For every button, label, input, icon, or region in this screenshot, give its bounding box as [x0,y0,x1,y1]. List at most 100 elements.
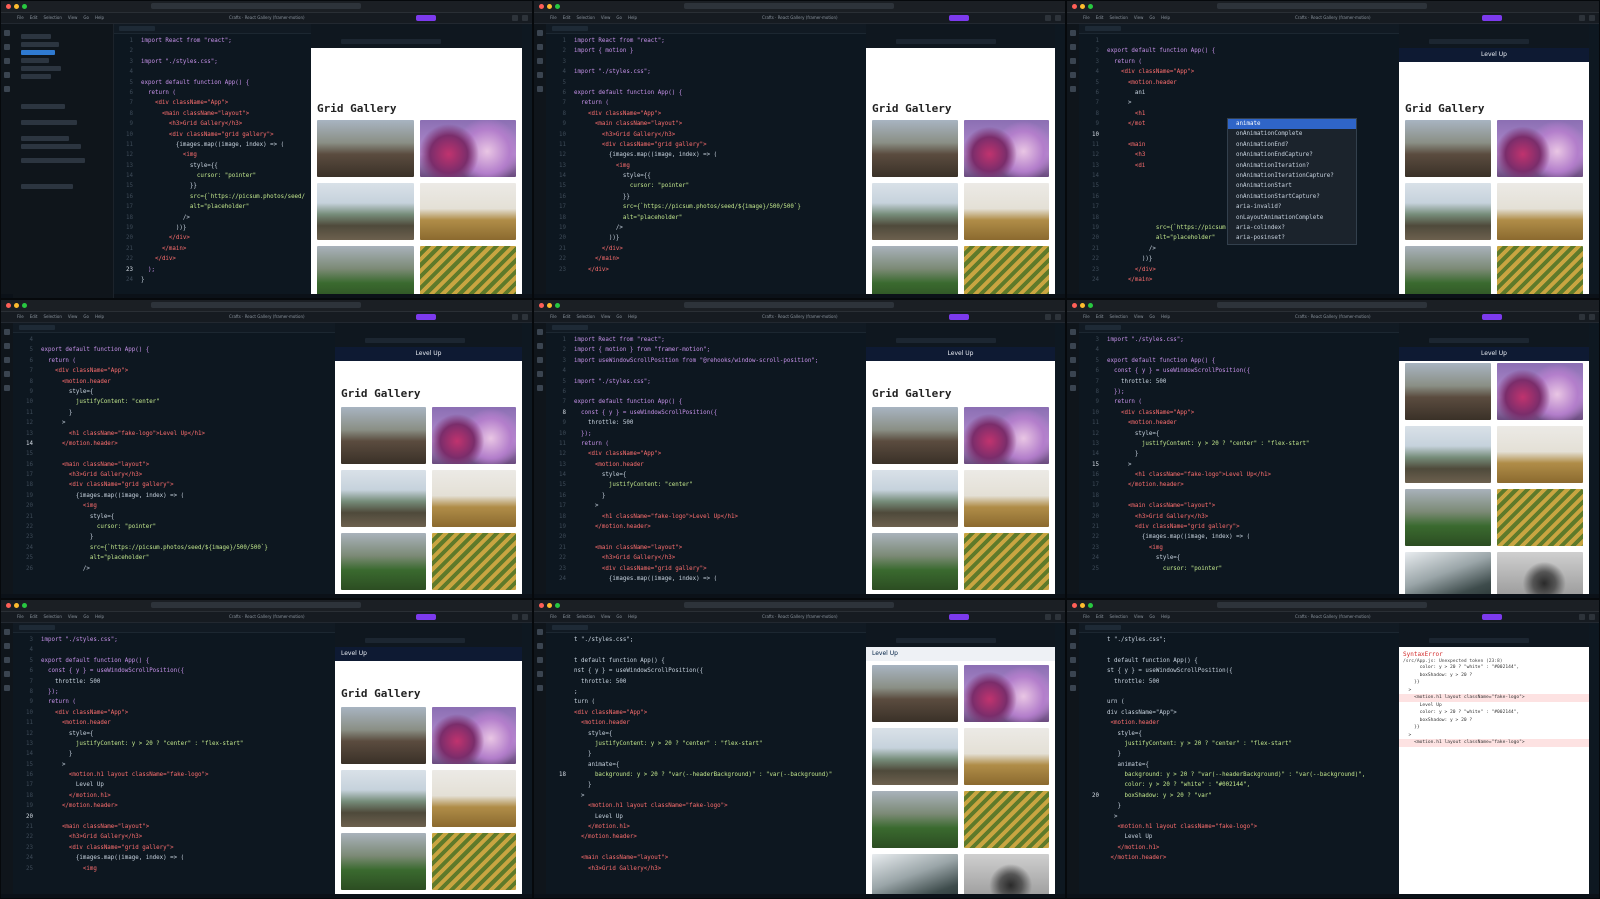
code-line[interactable]: 13 <h1 className="fake-logo">Level Up</h… [13,429,335,439]
menu-item[interactable]: Edit [30,13,38,23]
code-line[interactable]: 9 return ( [13,697,335,707]
code-line[interactable]: 3 import "./styles.css"; [1079,335,1399,345]
code-line[interactable]: 22 <h3>Grid Gallery</h3> [546,553,866,563]
files-icon[interactable] [1070,629,1076,635]
git-icon[interactable] [1070,357,1076,363]
gallery-image[interactable] [419,120,516,177]
menu-item[interactable]: View [1134,612,1144,622]
code-line[interactable]: 14 cursor: "pointer" [113,171,311,181]
menu-item[interactable]: Go [1149,612,1155,622]
preview-url-bar[interactable] [365,638,465,643]
code-line[interactable]: 11 } [13,408,335,418]
share-button[interactable] [1482,614,1502,620]
code-line[interactable]: 24 {images.map((image, index) => ( [13,853,335,863]
menu-item[interactable]: File [17,612,24,622]
code-line[interactable]: 18 </motion.h1> [13,791,335,801]
extensions-icon[interactable] [537,385,543,391]
menu-item[interactable]: Help [628,312,637,322]
menu-item[interactable]: Edit [1096,312,1104,322]
preview-url-bar[interactable] [341,39,441,44]
code-line[interactable]: 9 style={ [13,387,335,397]
close-window-icon[interactable] [6,603,11,608]
code-editor[interactable]: 4 5 export default function App() {6 retur… [13,323,335,598]
layout-icon[interactable] [1579,15,1585,21]
code-line[interactable]: 15 > [1079,460,1399,470]
menu-item[interactable]: File [17,312,24,322]
git-icon[interactable] [4,58,10,64]
code-line[interactable]: 13 justifyContent: y > 20 ? "center" : "… [1079,439,1399,449]
menu-item[interactable]: Go [616,13,622,23]
code-line[interactable]: 3 import "./styles.css"; [13,635,335,645]
fake-logo[interactable]: Level Up [1481,350,1507,357]
code-line[interactable]: 15 > [13,760,335,770]
code-line[interactable]: nst { y } = useWindowScrollPosition({ [546,666,866,676]
share-button[interactable] [1482,15,1502,21]
code-editor[interactable]: 3 import "./styles.css"; 4 5 export default … [13,623,335,898]
code-line[interactable]: <motion.header [1079,718,1399,728]
code-line[interactable]: 12 {images.map((image, index) => ( [546,150,866,160]
minimize-window-icon[interactable] [14,303,19,308]
code-line[interactable]: 19 ))} [113,223,311,233]
code-line[interactable]: 13 style={{ [113,161,311,171]
menu-item[interactable]: Go [83,312,89,322]
preview-url-bar[interactable] [1429,39,1529,44]
menu-item[interactable]: Help [95,612,104,622]
menu-item[interactable]: Edit [30,312,38,322]
code-line[interactable]: 10 <div className="grid gallery"> [113,130,311,140]
code-line[interactable]: 13 <img [546,161,866,171]
close-window-icon[interactable] [1072,303,1077,308]
minimize-window-icon[interactable] [547,4,552,9]
menu-item[interactable]: Selection [43,13,61,23]
window-controls[interactable] [1072,603,1093,608]
code-line[interactable]: justifyContent: y > 20 ? "center" : "fle… [1079,739,1399,749]
file-tree-item[interactable] [21,136,69,141]
address-bar[interactable] [151,302,361,308]
code-line[interactable]: 7 throttle: 500 [13,677,335,687]
gallery-image[interactable] [341,770,426,827]
extensions-icon[interactable] [4,685,10,691]
code-line[interactable]: <motion.h1 layout className="fake-logo"> [1079,822,1399,832]
debug-icon[interactable] [4,371,10,377]
code-line[interactable]: 2 export default function App() { [1079,46,1399,56]
code-line[interactable]: 3 import "./styles.css"; [113,57,311,67]
preview-url-bar[interactable] [896,338,996,343]
preview-url-bar[interactable] [1429,638,1529,643]
code-line[interactable]: 19 {images.map((image, index) => ( [13,491,335,501]
menu-item[interactable]: Help [95,312,104,322]
code-line[interactable]: 12 style={ [13,729,335,739]
menu-item[interactable]: Selection [1109,612,1127,622]
file-tree-item[interactable] [21,184,73,189]
code-line[interactable]: 14 } [1079,449,1399,459]
code-line[interactable]: 1 import React from "react"; [546,36,866,46]
code-line[interactable]: 21 <div className="grid gallery"> [1079,522,1399,532]
code-line[interactable]: 17 </motion.header> [1079,480,1399,490]
code-line[interactable]: 21 style={ [13,512,335,522]
code-line[interactable]: </motion.header> [546,832,866,842]
settings-icon[interactable] [522,15,528,21]
settings-icon[interactable] [1055,314,1061,320]
autocomplete-item[interactable]: onAnimationStart [1228,181,1356,191]
code-line[interactable]: 10 }); [546,429,866,439]
code-line[interactable]: t "./styles.css"; [546,635,866,645]
code-line[interactable]: div className="App"> [1079,708,1399,718]
code-line[interactable]: st { y } = useWindowScrollPosition({ [1079,666,1399,676]
code-line[interactable]: 8 const { y } = useWindowScrollPosition(… [546,408,866,418]
code-line[interactable]: 22 cursor: "pointer" [13,522,335,532]
git-icon[interactable] [537,657,543,663]
code-line[interactable]: 7 <div className="App"> [113,98,311,108]
autocomplete-item[interactable]: animate [1228,119,1356,130]
autocomplete-item[interactable]: onAnimationIterationCapture? [1228,171,1356,181]
debug-icon[interactable] [1070,72,1076,78]
code-line[interactable]: 2 [113,46,311,56]
code-line[interactable]: 11 {images.map((image, index) => ( [113,140,311,150]
gallery-image[interactable] [872,183,958,240]
code-line[interactable]: 19 </motion.header> [546,522,866,532]
extensions-icon[interactable] [4,385,10,391]
code-line[interactable]: 11 <div className="grid gallery"> [546,140,866,150]
search-icon[interactable] [537,643,543,649]
code-line[interactable]: 3 [546,57,866,67]
code-editor[interactable]: 1 2 export default function App() {3 retur… [1079,24,1399,298]
gallery-image[interactable] [963,791,1049,848]
menu-item[interactable]: Edit [1096,13,1104,23]
git-icon[interactable] [1070,657,1076,663]
